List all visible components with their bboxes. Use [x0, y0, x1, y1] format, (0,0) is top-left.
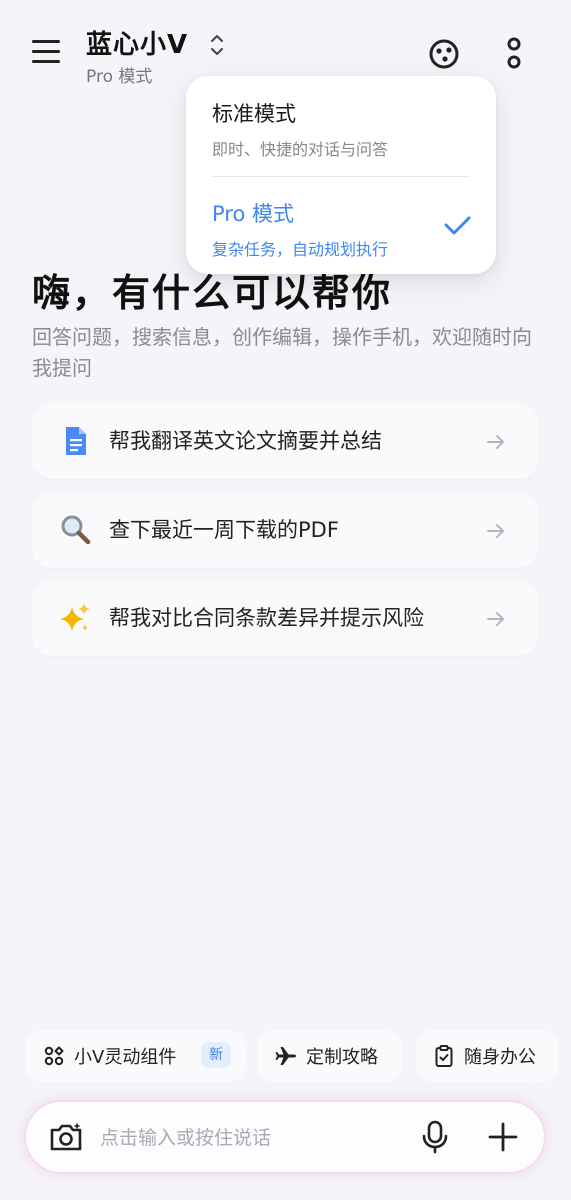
suggestion-text: 帮我翻译英文论文摘要并总结: [109, 429, 382, 453]
suggestion-card[interactable]: 查下最近一周下载的PDF: [32, 492, 539, 568]
menu-icon-bar: [32, 50, 60, 53]
suggestion-card[interactable]: 帮我翻译英文论文摘要并总结: [32, 403, 539, 479]
greeting-description: 回答问题，搜索信息，创作编辑，操作手机，欢迎随时向我提问: [32, 325, 532, 380]
chat-input[interactable]: [98, 1120, 402, 1156]
mode-option-pro[interactable]: Pro 模式 复杂任务，自动规划执行: [212, 198, 471, 260]
mode-option-standard[interactable]: 标准模式 即时、快捷的对话与问答: [212, 98, 470, 160]
widgets-icon: [44, 1046, 64, 1066]
mode-option-desc: 即时、快捷的对话与问答: [212, 140, 389, 159]
clipboard-icon: [435, 1045, 453, 1067]
microphone-icon[interactable]: [418, 1119, 452, 1155]
chip-label: 小V灵动组件: [74, 1047, 177, 1068]
arrow-right-icon: [487, 524, 504, 538]
arrow-right-icon: [487, 612, 504, 626]
mode-dropdown: 标准模式 即时、快捷的对话与问答 Pro 模式 复杂任务，自动规划执行: [186, 76, 496, 274]
divider: [212, 176, 470, 177]
mode-subtitle: Pro 模式: [86, 67, 153, 87]
chip-label: 定制攻略: [306, 1047, 378, 1068]
suggestion-text: 帮我对比合同条款差异并提示风险: [109, 606, 424, 630]
more-icon[interactable]: [494, 34, 534, 74]
magnifier-icon: [61, 515, 91, 545]
plus-icon[interactable]: [486, 1120, 520, 1154]
mode-option-desc: 复杂任务，自动规划执行: [212, 240, 389, 259]
menu-button[interactable]: [28, 36, 64, 68]
mode-option-label: Pro 模式: [212, 202, 294, 226]
chat-input-bar: [26, 1102, 544, 1172]
mode-option-label: 标准模式: [212, 102, 296, 126]
app-title[interactable]: 蓝心小V: [86, 24, 188, 61]
chip-office[interactable]: 随身办公: [416, 1030, 558, 1082]
document-icon: [66, 427, 86, 455]
airplane-icon: [275, 1047, 296, 1065]
sparkles-icon: [60, 603, 90, 631]
camera-icon[interactable]: [48, 1121, 84, 1153]
suggestion-card[interactable]: 帮我对比合同条款差异并提示风险: [32, 580, 539, 656]
menu-icon: [32, 40, 60, 43]
assistant-icon[interactable]: [424, 34, 464, 74]
check-icon: [444, 216, 471, 235]
chip-widgets[interactable]: 小V灵动组件 新: [26, 1030, 245, 1082]
chip-travel-guide[interactable]: 定制攻略: [258, 1030, 402, 1082]
chevron-updown-icon[interactable]: [206, 30, 228, 60]
suggestion-text: 查下最近一周下载的PDF: [109, 518, 339, 542]
menu-icon-bar: [32, 60, 60, 63]
new-badge: 新: [201, 1042, 231, 1068]
chip-label: 随身办公: [464, 1047, 536, 1068]
arrow-right-icon: [487, 435, 504, 449]
